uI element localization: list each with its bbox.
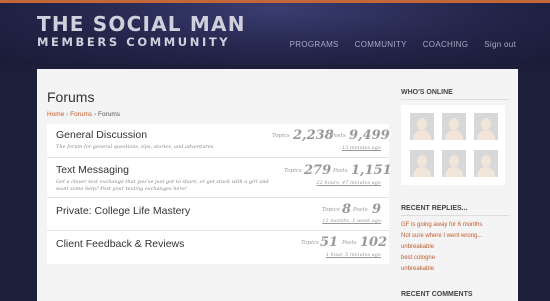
posts-count: 1,151 [351,163,392,178]
forum-title[interactable]: General Discussion [56,129,147,141]
forum-row[interactable]: General Discussion The forum for general… [47,124,390,158]
last-post-time[interactable]: 1 hour, 5 minutes ago [326,252,381,258]
forum-row[interactable]: Private: College Life Mastery Topics 8 P… [47,198,389,231]
topics-count: 51 [320,235,339,250]
breadcrumb-home[interactable]: Home [47,111,64,118]
recent-reply-link[interactable]: unbreakable [401,244,434,250]
topics-count: 279 [304,163,332,178]
main-nav: PROGRAMS COMMUNITY COACHING Sign out [290,40,516,49]
forum-row[interactable]: Client Feedback & Reviews Topics 51 Post… [47,231,389,264]
logo-title[interactable]: THE SOCIAL MAN [37,12,246,36]
last-post-time[interactable]: 13 minutes ago [342,145,381,151]
forum-list: General Discussion The forum for general… [47,124,392,264]
nav-sign-out[interactable]: Sign out [484,40,516,49]
avatar[interactable] [474,150,498,177]
posts-count: 9,499 [349,128,390,143]
nav-community[interactable]: COMMUNITY [355,40,407,49]
posts-label: Posts [342,240,357,246]
recent-reply-link[interactable]: unbreakable [401,266,434,272]
posts-label: Posts [333,168,348,174]
breadcrumb: Home › Forums › Forums [47,111,120,118]
last-post-time[interactable]: 11 months, 1 week ago [322,218,381,224]
logo-subtitle[interactable]: MEMBERS COMMUNITY [37,35,230,49]
posts-label: Posts [353,207,368,213]
avatar[interactable] [410,150,434,177]
forum-description: Get a clever text exchange that you've j… [56,179,269,192]
breadcrumb-forums[interactable]: Forums [70,111,92,118]
breadcrumb-separator: › [93,111,97,118]
topics-label: Topics [272,133,290,139]
topics-label: Topics [322,207,340,213]
last-post-time[interactable]: 22 hours, 47 minutes ago [316,180,381,186]
nav-coaching[interactable]: COACHING [423,40,469,49]
page-title: Forums [47,89,95,105]
recent-comments-heading: RECENT COMMENTS [401,291,473,298]
avatar[interactable] [442,150,466,177]
recent-reply-link[interactable]: Not sure where I went wrong... [401,233,482,239]
breadcrumb-separator: › [66,111,69,118]
site-header: THE SOCIAL MAN MEMBERS COMMUNITY PROGRAM… [0,3,550,65]
forum-title[interactable]: Text Messaging [56,164,129,176]
avatar[interactable] [474,113,498,140]
topics-count: 8 [342,202,352,217]
topics-count: 2,238 [293,128,334,143]
forum-title[interactable]: Private: College Life Mastery [56,205,190,217]
recent-replies-heading: RECENT REPLIES... [401,205,468,212]
content-panel: Forums Home › Forums › Forums General Di… [37,69,518,301]
recent-reply-link[interactable]: best cologne [401,255,435,261]
recent-reply-link[interactable]: GF is going away for 6 months [401,222,482,228]
topics-label: Topics [284,168,302,174]
posts-count: 9 [372,202,382,217]
forum-title[interactable]: Client Feedback & Reviews [56,238,184,250]
avatar[interactable] [410,113,434,140]
nav-programs[interactable]: PROGRAMS [290,40,339,49]
breadcrumb-current: Forums [97,111,120,118]
posts-label: Posts [331,133,346,139]
avatar[interactable] [442,113,466,140]
posts-count: 102 [360,235,388,250]
topics-label: Topics [301,240,319,246]
forum-description: The forum for general questions, tips, s… [56,144,215,150]
forum-row[interactable]: Text Messaging Get a clever text exchang… [47,158,392,198]
divider [401,99,509,100]
divider [401,215,509,216]
whos-online-heading: WHO'S ONLINE [401,89,453,96]
online-avatars [401,105,505,185]
